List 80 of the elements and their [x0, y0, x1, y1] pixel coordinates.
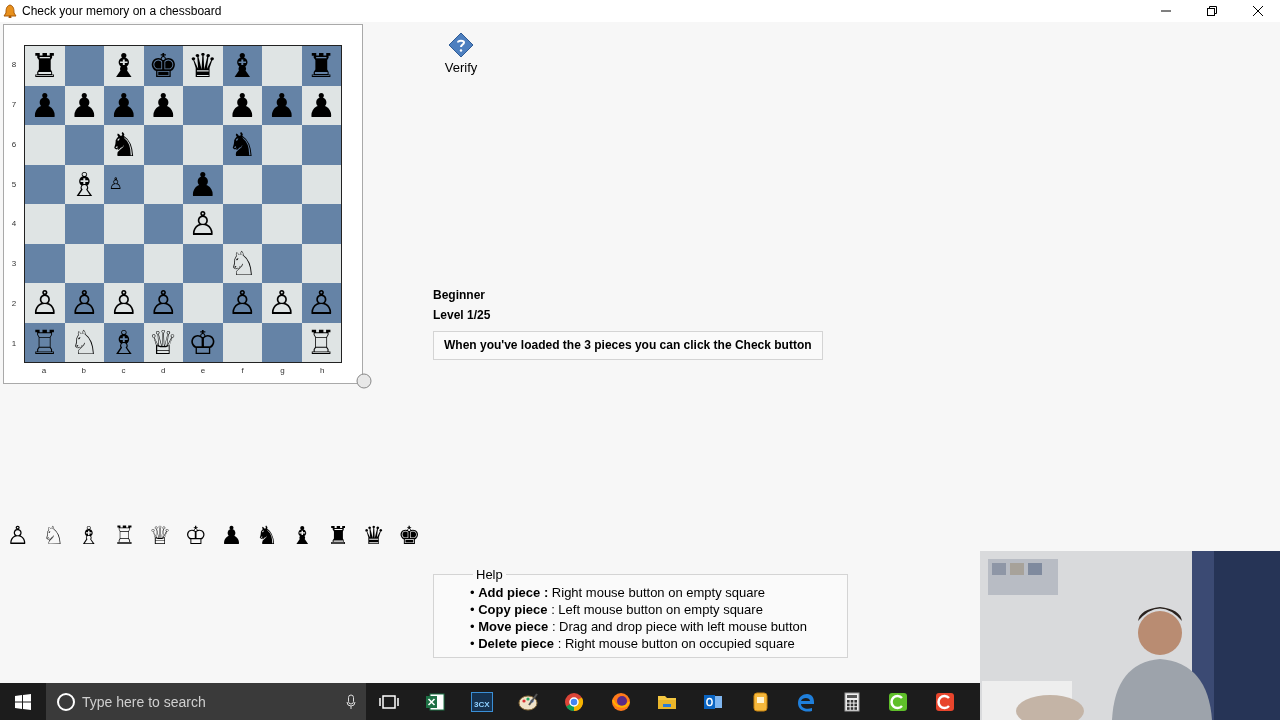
help-item: • Delete piece : Right mouse button on occupied square	[470, 635, 796, 652]
board-square[interactable]	[301, 243, 341, 283]
instruction-message: When you've loaded the 3 pieces you can click the Check button	[433, 331, 823, 360]
board-square[interactable]: ♙	[104, 164, 144, 204]
windows-start-icon[interactable]	[15, 693, 31, 710]
board-square[interactable]	[301, 164, 341, 204]
window-title: Check your memory on a chessboard	[22, 4, 223, 18]
board-square[interactable]	[25, 243, 65, 283]
rank-label: 6	[10, 138, 18, 151]
palette-piece[interactable]: ♝	[284, 521, 321, 551]
palette-piece[interactable]: ♙	[0, 521, 36, 551]
file-label: g	[279, 365, 286, 377]
app-icon[interactable]	[424, 690, 447, 713]
file-label: c	[120, 365, 127, 377]
rank-label: 4	[10, 218, 18, 231]
palette-piece[interactable]: ♖	[106, 521, 143, 551]
app-icon[interactable]	[609, 690, 632, 713]
palette-piece[interactable]: ♜	[320, 521, 356, 551]
board-square[interactable]	[143, 243, 183, 283]
board-square[interactable]	[143, 164, 183, 204]
board-square[interactable]	[183, 243, 223, 283]
palette-piece[interactable]: ♕	[142, 521, 178, 551]
bell-icon	[3, 4, 17, 18]
difficulty-label: Beginner	[433, 287, 486, 304]
help-item: • Copy piece : Left mouse button on empty square	[470, 601, 764, 618]
restore-icon[interactable]	[1207, 6, 1217, 16]
palette-piece[interactable]: ♛	[355, 521, 392, 551]
board-square[interactable]	[25, 164, 65, 204]
chess-piece[interactable]: ♙	[108, 176, 123, 193]
microphone-icon[interactable]	[346, 693, 356, 710]
palette-piece[interactable]: ♔	[177, 521, 214, 551]
board-square[interactable]	[301, 204, 341, 244]
palette-piece[interactable]: ♟	[213, 521, 250, 551]
close-icon[interactable]	[1253, 6, 1263, 16]
help-item: • Add piece : Right mouse button on empty square	[470, 584, 767, 601]
board-square[interactable]	[143, 125, 183, 165]
help-title: Help	[475, 567, 504, 582]
rank-label: 5	[10, 178, 18, 191]
board-square[interactable]	[222, 204, 262, 244]
file-label: f	[240, 365, 245, 377]
app-icon[interactable]	[887, 690, 910, 713]
board-square[interactable]	[64, 204, 104, 244]
app-icon[interactable]: 3CX	[470, 691, 493, 712]
board-square[interactable]	[64, 243, 104, 283]
board-square[interactable]	[301, 125, 341, 165]
search-box[interactable]: Type here to search	[46, 683, 366, 720]
rank-label: 7	[10, 99, 18, 112]
help-item: • Move piece : Drag and drop piece with left mouse button	[470, 618, 808, 635]
rank-label: 1	[10, 337, 18, 350]
verify-button[interactable]: Verify	[443, 32, 479, 75]
level-label: Level 1/25	[433, 307, 492, 324]
board-square[interactable]	[64, 125, 104, 165]
board-square[interactable]	[262, 164, 302, 204]
board-square[interactable]	[262, 322, 302, 362]
app-icon[interactable]	[563, 690, 586, 713]
help-diamond-icon	[448, 32, 474, 58]
file-label: b	[80, 365, 87, 377]
board-square[interactable]	[262, 243, 302, 283]
search-field[interactable]: Type here to search	[82, 693, 340, 710]
file-label: h	[318, 365, 326, 377]
board-square[interactable]	[64, 46, 104, 86]
cortana-circle-icon	[56, 691, 76, 712]
task-view-icon[interactable]	[379, 693, 400, 710]
board-square[interactable]	[222, 164, 262, 204]
palette-piece[interactable]: ♞	[249, 521, 285, 551]
file-label: d	[159, 365, 167, 377]
palette-piece[interactable]: ♘	[35, 521, 72, 551]
rank-label: 2	[10, 297, 18, 310]
board-square[interactable]	[143, 204, 183, 244]
palette-piece[interactable]: ♚	[391, 521, 428, 551]
board-square[interactable]	[183, 85, 223, 125]
board-square[interactable]	[104, 243, 144, 283]
file-label: e	[199, 365, 207, 377]
rank-label: 8	[10, 59, 18, 72]
rank-label: 3	[10, 258, 18, 271]
file-label: a	[40, 365, 48, 377]
board-square[interactable]	[222, 322, 262, 362]
app-icon[interactable]	[933, 690, 956, 713]
resize-handle-icon[interactable]	[356, 373, 372, 389]
palette-piece[interactable]: ♗	[71, 521, 107, 551]
